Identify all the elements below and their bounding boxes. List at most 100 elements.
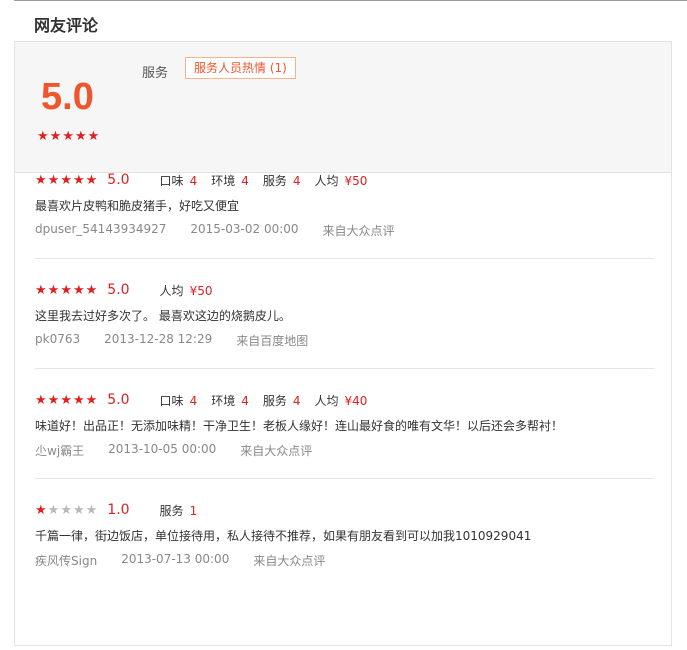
review-time: 2013-07-13 00:00 [121, 552, 230, 566]
review-user: 尐wj霸王 [35, 444, 85, 458]
review-text: 味道好！出品正！无添加味精！干净卫生！老板人缘好！连山最好食的唯有文华！以后还会… [35, 419, 564, 433]
review-stars: ★ ★ ★ ★ ★ [35, 174, 97, 187]
review-score: 5.0 [107, 172, 130, 188]
star-filled-icon: ★ [60, 282, 72, 298]
star-filled-icon: ★ [60, 172, 72, 188]
star-filled-icon: ★ [85, 282, 98, 298]
metric-label: 口味 [159, 173, 184, 188]
review-text: 这里我去过好多次了。 最喜欢这边的烧鹅皮儿。 [35, 309, 291, 323]
star-filled-icon: ★ [60, 392, 72, 408]
star-filled-icon: ★ [74, 129, 87, 144]
star-filled-icon: ★ [85, 392, 98, 408]
star-filled-icon: ★ [87, 129, 100, 144]
review-text: 千篇一律，街边饭店，单位接待用，私人接待不推荐，如果有朋友看到可以加我10109… [35, 529, 532, 543]
review-item: ★ ★ ★ ★ ★ 1.0 服务 1 千篇一律，街边饭店，单位接待用，私人接待不推荐，如果有朋友… [35, 501, 655, 569]
review-item: ★ ★ ★ ★ ★ 5.0 口味 4 环境 4 服务 4 人均 ¥50 最喜欢片皮鸭和脆皮猪手，好吃又便宜 d… [35, 171, 655, 239]
star-empty-icon: ★ [85, 502, 98, 518]
review-stars: ★ ★ ★ ★ ★ [35, 504, 97, 517]
metric-item: 服务 4 [263, 172, 301, 189]
star-filled-icon: ★ [35, 502, 47, 518]
metric-value: 4 [292, 173, 301, 188]
star-filled-icon: ★ [35, 282, 47, 298]
star-empty-icon: ★ [47, 502, 60, 518]
metric-item: 环境 4 [211, 172, 249, 189]
star-filled-icon: ★ [47, 392, 60, 408]
reviews-panel: 5.0 ★ ★ ★ ★ ★ 服务 服务人员热情 (1) ★ ★ ★ ★ ★ 5.0 口味 4 环境 4 服务… [14, 41, 672, 646]
metric-value: ¥40 [344, 393, 368, 408]
review-source: 来自大众点评 [240, 444, 313, 458]
metric-value: 4 [189, 173, 198, 188]
star-filled-icon: ★ [47, 172, 60, 188]
metric-item: 服务 1 [160, 502, 198, 519]
star-filled-icon: ★ [72, 282, 85, 298]
review-text: 最喜欢片皮鸭和脆皮猪手，好吃又便宜 [35, 199, 240, 213]
star-filled-icon: ★ [47, 282, 60, 298]
overall-score: 5.0 [41, 76, 94, 118]
metric-value: 4 [292, 393, 301, 408]
metric-value: 4 [241, 173, 249, 188]
review-score: 1.0 [107, 502, 130, 518]
star-filled-icon: ★ [72, 392, 85, 408]
star-filled-icon: ★ [35, 172, 47, 188]
service-label: 服务 [142, 66, 169, 81]
metric-label: 服务 [159, 503, 184, 518]
review-user: 疾风传Sign [35, 554, 98, 568]
metric-label: 人均 [159, 283, 184, 298]
overall-stars: ★ ★ ★ ★ ★ [37, 130, 99, 143]
top-divider [14, 0, 687, 1]
metric-item: 环境 4 [211, 392, 249, 409]
metric-item: 人均 ¥40 [315, 392, 368, 409]
review-item: ★ ★ ★ ★ ★ 5.0 人均 ¥50 这里我去过好多次了。 最喜欢这边的烧鹅皮儿。 pk076… [35, 281, 655, 349]
metric-label: 服务 [262, 393, 287, 408]
review-stars: ★ ★ ★ ★ ★ [35, 394, 97, 407]
review-footer: pk0763 2013-12-28 12:29 来自百度地图 [35, 332, 655, 349]
rating-summary: 5.0 ★ ★ ★ ★ ★ 服务 服务人员热情 (1) [15, 42, 671, 173]
review-source: 来自百度地图 [236, 334, 309, 348]
review-footer: 疾风传Sign 2013-07-13 00:00 来自大众点评 [35, 552, 655, 569]
metric-item: 服务 4 [263, 392, 301, 409]
review-user: dpuser_54143934927 [35, 222, 167, 236]
metric-item: 口味 4 [160, 172, 198, 189]
metric-value: ¥50 [189, 283, 213, 298]
review-divider [35, 478, 654, 479]
star-filled-icon: ★ [49, 129, 62, 144]
review-source: 来自大众点评 [322, 224, 395, 238]
metric-label: 环境 [211, 393, 236, 408]
metric-value: 1 [189, 503, 198, 518]
metric-label: 口味 [159, 393, 184, 408]
section-title: 网友评论 [34, 16, 99, 35]
review-metrics: 人均 ¥50 [160, 282, 213, 299]
metric-value: 4 [189, 393, 198, 408]
review-metrics: 口味 4 环境 4 服务 4 人均 ¥50 [160, 172, 368, 189]
metric-item: 人均 ¥50 [315, 172, 368, 189]
review-metrics: 服务 1 [160, 502, 198, 519]
star-filled-icon: ★ [35, 392, 47, 408]
star-filled-icon: ★ [85, 172, 98, 188]
review-score: 5.0 [107, 282, 130, 298]
review-item: ★ ★ ★ ★ ★ 5.0 口味 4 环境 4 服务 4 人均 ¥40 味道好！出品正！无添加味精！干净卫生… [35, 391, 655, 459]
metric-item: 口味 4 [160, 392, 198, 409]
review-metrics: 口味 4 环境 4 服务 4 人均 ¥40 [160, 392, 368, 409]
review-footer: 尐wj霸王 2013-10-05 00:00 来自大众点评 [35, 442, 655, 459]
review-divider [35, 258, 654, 259]
star-filled-icon: ★ [37, 129, 49, 144]
review-user: pk0763 [35, 332, 81, 346]
metric-label: 服务 [262, 173, 287, 188]
metric-label: 环境 [211, 173, 236, 188]
star-empty-icon: ★ [60, 502, 72, 518]
review-stars: ★ ★ ★ ★ ★ [35, 284, 97, 297]
star-empty-icon: ★ [72, 502, 85, 518]
review-time: 2013-10-05 00:00 [108, 442, 217, 456]
star-filled-icon: ★ [72, 172, 85, 188]
metric-label: 人均 [314, 173, 339, 188]
metric-item: 人均 ¥50 [160, 282, 213, 299]
review-source: 来自大众点评 [253, 554, 326, 568]
review-time: 2015-03-02 00:00 [190, 222, 299, 236]
metric-value: ¥50 [344, 173, 368, 188]
metric-value: 4 [241, 393, 249, 408]
star-filled-icon: ★ [62, 129, 74, 144]
review-footer: dpuser_54143934927 2015-03-02 00:00 来自大众点评 [35, 222, 655, 239]
service-tag-button[interactable]: 服务人员热情 (1) [185, 57, 296, 79]
review-time: 2013-12-28 12:29 [104, 332, 213, 346]
metric-label: 人均 [314, 393, 339, 408]
